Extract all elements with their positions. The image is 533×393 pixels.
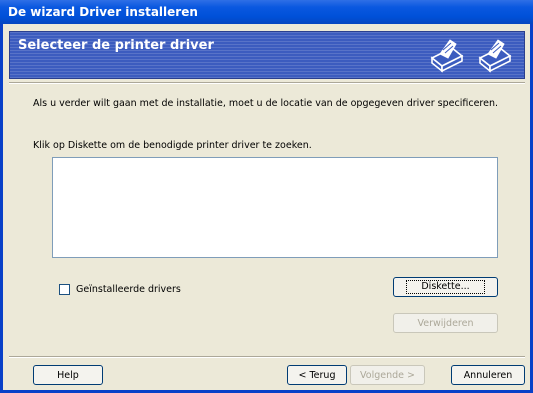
printer-icon [430, 39, 464, 73]
help-button[interactable]: Help [33, 365, 103, 385]
remove-button[interactable]: Verwijderen [393, 313, 498, 333]
checkbox-label: Geïnstalleerde drivers [76, 284, 181, 295]
page-title: Selecteer de printer driver [18, 38, 214, 53]
header-separator [9, 82, 525, 84]
back-button-label: < Terug [298, 369, 336, 381]
window-frame-left [0, 24, 3, 393]
diskette-button[interactable]: Diskette... [393, 277, 498, 297]
printer-icon [478, 39, 512, 73]
next-button-label: Volgende > [360, 369, 415, 381]
cancel-button[interactable]: Annuleren [451, 365, 525, 385]
title-bar: De wizard Driver installeren [0, 0, 533, 24]
help-button-label: Help [57, 369, 79, 381]
back-button[interactable]: < Terug [287, 365, 347, 385]
driver-list[interactable] [52, 157, 498, 258]
installed-drivers-checkbox[interactable]: Geïnstalleerde drivers [59, 284, 181, 295]
instruction-text: Als u verder wilt gaan met de installati… [33, 98, 498, 109]
next-button[interactable]: Volgende > [350, 365, 425, 385]
prompt-text: Klik op Diskette om de benodigde printer… [33, 140, 312, 151]
diskette-button-label: Diskette... [406, 280, 485, 294]
checkbox-box[interactable] [59, 284, 70, 295]
remove-button-label: Verwijderen [417, 317, 474, 329]
footer-separator [9, 356, 525, 358]
wizard-header-banner: Selecteer de printer driver [9, 31, 525, 79]
cancel-button-label: Annuleren [463, 369, 513, 381]
window-title: De wizard Driver installeren [8, 5, 198, 19]
